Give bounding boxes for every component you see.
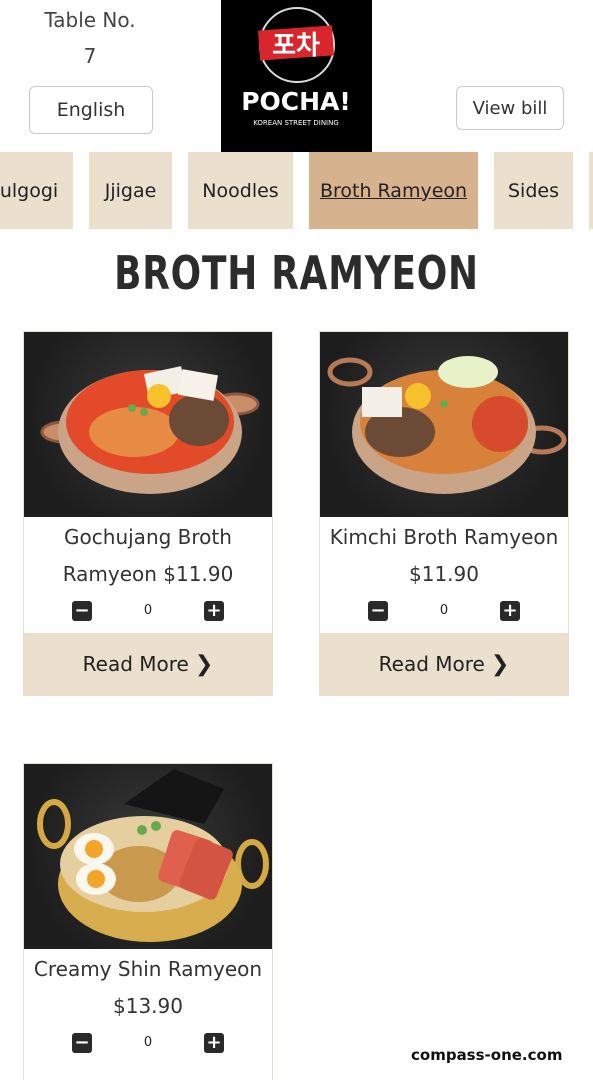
item-name-line2: Ramyeon $11.90 [62,562,234,586]
increase-quantity-button[interactable]: + [204,1033,224,1053]
increase-quantity-button[interactable]: + [204,601,224,621]
item-name-line1: Gochujang Broth [64,525,232,549]
decrease-quantity-button[interactable]: − [72,1033,92,1053]
kimchi-ramyeon-photo[interactable] [320,332,568,517]
tab-broth-ramyeon[interactable]: Broth Ramyeon [309,152,478,229]
tab-bulgogi[interactable]: Bulgogi [0,152,73,229]
chevron-right-icon: ❯ [490,651,510,677]
increase-quantity-button[interactable]: + [500,601,520,621]
quantity-stepper: − 0 + [320,593,568,633]
table-number: 7 [83,44,97,68]
category-tabs: Bulgogi Jjigae Noodles Broth Ramyeon Sid… [0,152,593,230]
table-label: Table No. [44,8,136,32]
tab-next-partial[interactable] [589,152,593,229]
logo-korean-text: 포차 [272,31,320,61]
read-more-button[interactable]: Read More ❯ [24,633,272,695]
logo-tagline: KOREAN STREET DINING [253,119,339,127]
item-name: Creamy Shin Ramyeon $13.90 [24,949,272,1025]
item-name-line1: Kimchi Broth Ramyeon [329,525,559,549]
item-name-line1: Creamy Shin Ramyeon [33,957,263,981]
item-name: Gochujang Broth Ramyeon $11.90 [24,517,272,593]
read-more-label: Read More [82,652,189,676]
quantity-stepper: − 0 + [24,593,272,633]
tab-noodles[interactable]: Noodles [188,152,293,229]
read-more-label: Read More [378,652,485,676]
decrease-quantity-button[interactable]: − [72,601,92,621]
item-name: Kimchi Broth Ramyeon $11.90 [320,517,568,593]
item-name-line2: $13.90 [113,994,183,1018]
gochujang-ramyeon-photo[interactable] [24,332,272,517]
menu-card-kimchi: Kimchi Broth Ramyeon $11.90 − 0 + Read M… [319,331,569,696]
read-more-button[interactable]: Read More ❯ [320,633,568,695]
quantity-stepper: − 0 + [24,1025,272,1065]
logo-brand-text: POCHA! [241,87,351,116]
tab-sides[interactable]: Sides [494,152,573,229]
item-name-line2: $11.90 [409,562,479,586]
creamy-shin-ramyeon-photo[interactable] [24,764,272,949]
decrease-quantity-button[interactable]: − [368,601,388,621]
menu-card-gochujang: Gochujang Broth Ramyeon $11.90 − 0 + Rea… [23,331,273,696]
quantity-value: 0 [143,603,153,618]
quantity-value: 0 [143,1035,153,1050]
chevron-right-icon: ❯ [194,651,214,677]
watermark-text: compass-one.com [411,1046,563,1064]
tab-jjigae[interactable]: Jjigae [89,152,172,229]
pocha-logo: 포차 POCHA! KOREAN STREET DINING [221,0,372,152]
section-title: BROTH RAMYEON [114,246,479,300]
language-button[interactable]: English [29,86,153,134]
view-bill-button[interactable]: View bill [456,86,564,130]
menu-card-creamy-shin: Creamy Shin Ramyeon $13.90 − 0 + [23,763,273,1080]
quantity-value: 0 [439,603,449,618]
table-number-block: Table No. 7 [20,2,160,74]
